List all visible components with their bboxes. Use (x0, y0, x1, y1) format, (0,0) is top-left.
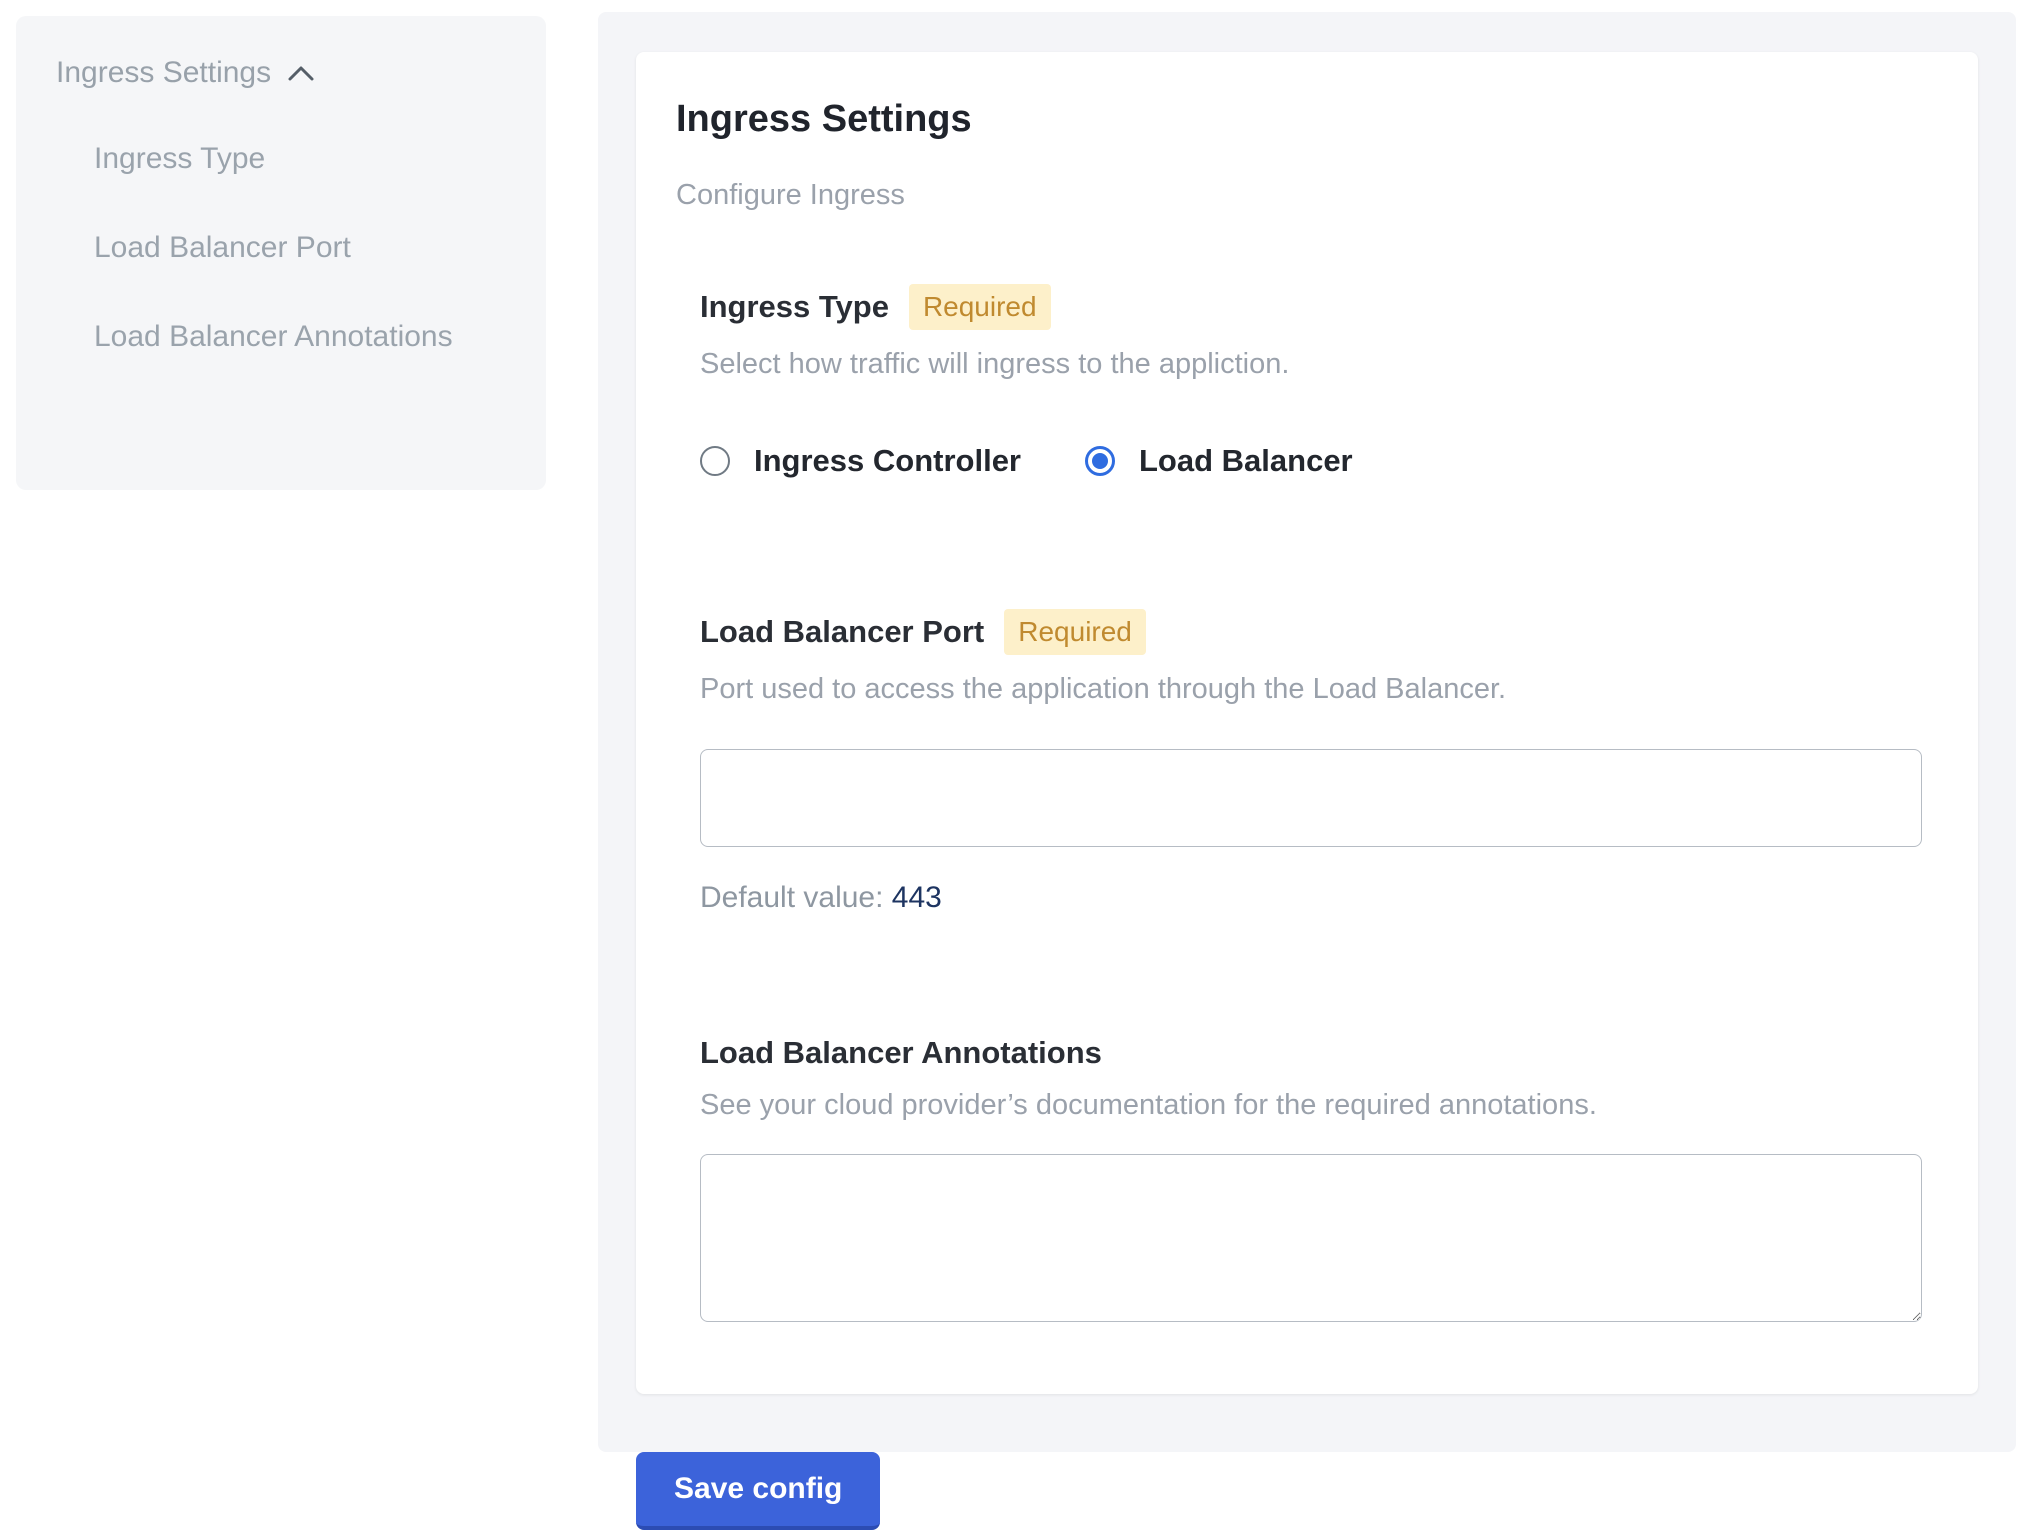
field-load-balancer-port: Load Balancer Port Required Port used to… (700, 609, 1922, 916)
default-value-label: Default value: (700, 881, 883, 914)
load-balancer-annotations-textarea[interactable] (700, 1154, 1922, 1322)
sidebar-group-label: Ingress Settings (56, 56, 271, 90)
page-title: Ingress Settings (676, 98, 1922, 141)
save-config-button[interactable]: Save config (636, 1452, 880, 1530)
sidebar-item-load-balancer-port[interactable]: Load Balancer Port (94, 225, 474, 270)
radio-ingress-controller[interactable] (700, 446, 730, 476)
radio-option-load-balancer[interactable]: Load Balancer (1085, 443, 1353, 479)
load-balancer-annotations-help: See your cloud provider’s documentation … (700, 1085, 1922, 1126)
chevron-up-icon (287, 64, 315, 82)
radio-option-ingress-controller[interactable]: Ingress Controller (700, 443, 1021, 479)
load-balancer-annotations-label: Load Balancer Annotations (700, 1035, 1102, 1071)
radio-load-balancer[interactable] (1085, 446, 1115, 476)
load-balancer-port-label: Load Balancer Port (700, 614, 984, 650)
config-nav-sidebar: Ingress Settings Ingress Type Load Balan… (16, 16, 546, 490)
config-panel: Ingress Settings Configure Ingress Ingre… (598, 12, 2016, 1452)
load-balancer-port-help: Port used to access the application thro… (700, 669, 1922, 710)
default-value: 443 (892, 881, 942, 914)
sidebar-item-load-balancer-annotations[interactable]: Load Balancer Annotations (94, 314, 474, 359)
ingress-type-options: Ingress Controller Load Balancer (700, 443, 1922, 479)
required-badge: Required (909, 284, 1051, 330)
radio-label: Load Balancer (1139, 443, 1353, 479)
sidebar-group-ingress-settings[interactable]: Ingress Settings (56, 56, 506, 90)
load-balancer-port-input[interactable] (700, 749, 1922, 847)
sidebar-item-ingress-type[interactable]: Ingress Type (94, 136, 474, 181)
radio-label: Ingress Controller (754, 443, 1021, 479)
required-badge: Required (1004, 609, 1146, 655)
field-ingress-type: Ingress Type Required Select how traffic… (700, 284, 1922, 479)
sidebar-items: Ingress Type Load Balancer Port Load Bal… (94, 136, 506, 359)
default-value-note: Default value: 443 (700, 881, 1922, 915)
ingress-settings-card: Ingress Settings Configure Ingress Ingre… (636, 52, 1978, 1394)
ingress-type-help: Select how traffic will ingress to the a… (700, 344, 1922, 385)
page-subtitle: Configure Ingress (676, 179, 1922, 212)
ingress-type-label: Ingress Type (700, 289, 889, 325)
field-load-balancer-annotations: Load Balancer Annotations See your cloud… (700, 1035, 1922, 1322)
